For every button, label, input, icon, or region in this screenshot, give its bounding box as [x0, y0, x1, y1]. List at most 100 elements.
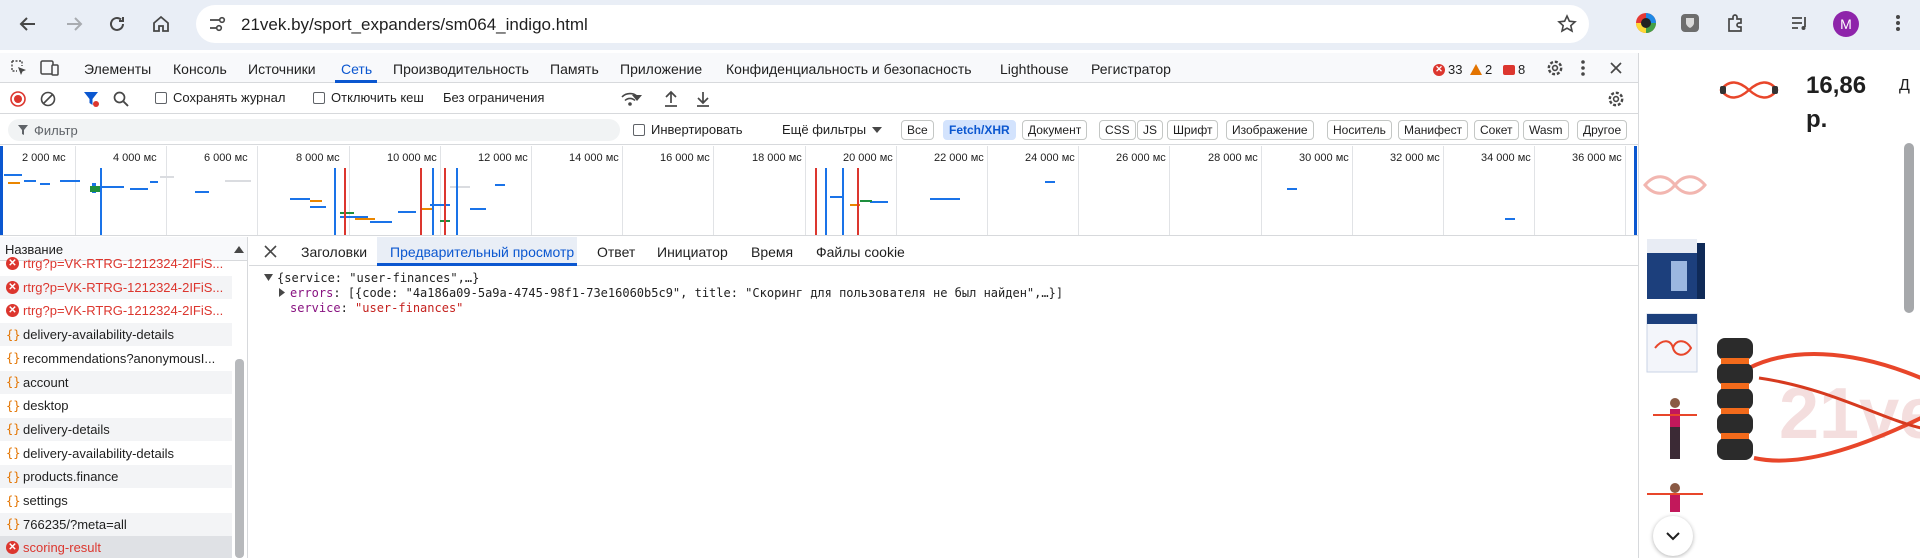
error-counter[interactable]: ✕ 33 — [1433, 62, 1462, 77]
reload-button[interactable] — [101, 8, 133, 40]
throttling-select[interactable]: Без ограничения — [443, 90, 643, 105]
request-row[interactable]: {} desktop — [0, 394, 232, 417]
thumbnail-expander-pink[interactable] — [1641, 165, 1709, 205]
tab-elements[interactable]: Элементы — [84, 61, 151, 77]
type-filter-css[interactable]: CSS — [1099, 120, 1136, 140]
forward-button[interactable] — [58, 8, 90, 40]
issues-counter[interactable]: 8 — [1503, 62, 1525, 77]
type-filter-wasm[interactable]: Wasm — [1523, 120, 1569, 140]
preserve-log-label: Сохранять журнал — [173, 90, 286, 105]
request-row[interactable]: {} products.finance — [0, 465, 232, 489]
tab-sources[interactable]: Источники — [248, 61, 316, 77]
type-filter-all[interactable]: Все — [901, 120, 934, 140]
fetch-xhr-icon: {} — [6, 446, 21, 461]
export-har-icon[interactable] — [695, 90, 711, 111]
address-bar[interactable]: 21vek.by/sport_expanders/sm064_indigo.ht… — [196, 5, 1589, 43]
request-row[interactable]: ✕ rtrg?p=VK-RTRG-1212324-2IFiS... — [0, 275, 232, 299]
request-row[interactable]: ✕ rtrg?p=VK-RTRG-1212324-2IFiS... — [0, 299, 232, 322]
invert-checkbox[interactable]: Инвертировать — [633, 122, 743, 137]
warning-counter[interactable]: 2 — [1470, 62, 1492, 77]
thumbnails-scroll-down-button[interactable] — [1653, 516, 1693, 556]
network-settings-gear-icon[interactable] — [1607, 90, 1625, 111]
detail-tab-headers[interactable]: Заголовки — [301, 244, 367, 260]
media-controls-icon[interactable] — [1788, 11, 1812, 35]
thumbnail-box-white[interactable] — [1641, 308, 1709, 378]
request-row[interactable]: {} recommendations?anonymousI... — [0, 347, 232, 370]
color-extension-icon[interactable] — [1634, 11, 1658, 35]
preview-root-object[interactable]: {service: "user-finances",…} — [277, 271, 479, 285]
request-row[interactable]: {} delivery-availability-details — [0, 442, 232, 465]
shield-extension-icon[interactable] — [1678, 11, 1702, 35]
type-filter-media[interactable]: Носитель — [1327, 120, 1392, 140]
type-filter-font[interactable]: Шрифт — [1167, 120, 1219, 140]
inspect-element-icon[interactable] — [10, 59, 28, 80]
filter-input[interactable]: Фильтр — [8, 119, 620, 141]
tab-console[interactable]: Консоль — [173, 61, 227, 77]
tab-lighthouse[interactable]: Lighthouse — [1000, 61, 1069, 77]
tab-recorder[interactable]: Регистратор — [1091, 61, 1171, 77]
tab-performance[interactable]: Производительность — [393, 61, 529, 77]
request-row[interactable]: {} settings — [0, 489, 232, 512]
record-stop-icon[interactable] — [10, 91, 26, 110]
puzzle-extensions-icon[interactable] — [1723, 11, 1747, 35]
thumbnail-woman-exercise-2[interactable] — [1641, 478, 1709, 518]
expanded-caret-icon[interactable] — [264, 274, 273, 281]
detail-tab-initiator[interactable]: Инициатор — [657, 244, 728, 260]
network-overview-timeline[interactable]: 2 000 мс 4 000 мс 6 000 мс 8 000 мс 10 000 м… — [0, 146, 1638, 236]
request-row[interactable]: ✕ rtrg?p=VK-RTRG-1212324-2IFiS... — [0, 252, 232, 275]
devtools-more-icon[interactable] — [1580, 59, 1586, 80]
clear-icon[interactable] — [40, 91, 56, 110]
type-filter-manifest[interactable]: Манифест — [1398, 120, 1469, 140]
preview-errors-row[interactable]: errors: [{code: "4a186a09-5a9a-4745-98f1… — [290, 286, 1063, 300]
request-row[interactable]: {} delivery-details — [0, 417, 232, 441]
detail-tab-cookies[interactable]: Файлы cookie — [816, 244, 905, 260]
disable-cache-checkbox[interactable]: Отключить кеш — [313, 90, 424, 105]
request-row[interactable]: {} 766235/?meta=all — [0, 512, 232, 536]
profile-avatar[interactable]: M — [1833, 11, 1859, 37]
more-filters-dropdown[interactable]: Ещё фильтры — [782, 122, 883, 137]
back-button[interactable] — [12, 8, 44, 40]
more-menu-icon[interactable] — [1886, 11, 1910, 35]
thumbnail-box-blue[interactable] — [1641, 233, 1709, 305]
type-filter-fetch-xhr[interactable]: Fetch/XHR — [943, 120, 1016, 140]
preserve-log-checkbox[interactable]: Сохранять журнал — [155, 90, 285, 105]
bookmark-star-icon[interactable] — [1557, 14, 1577, 37]
tab-privacy-security[interactable]: Конфиденциальность и безопасность — [726, 61, 972, 77]
tab-memory[interactable]: Память — [550, 61, 599, 77]
thumbnail-woman-exercise-1[interactable] — [1641, 393, 1709, 465]
tab-network[interactable]: Сеть — [341, 61, 372, 77]
site-settings-icon[interactable] — [208, 15, 226, 36]
type-filter-document[interactable]: Документ — [1022, 120, 1088, 140]
close-devtools-icon[interactable] — [1609, 61, 1623, 78]
type-filter-image[interactable]: Изображение — [1226, 120, 1314, 140]
expander-thumbnail-main[interactable] — [1719, 75, 1779, 105]
collapsed-caret-icon[interactable] — [279, 288, 285, 297]
settings-gear-icon[interactable] — [1546, 59, 1564, 80]
checkbox-box — [313, 91, 325, 104]
tab-application[interactable]: Приложение — [620, 61, 702, 77]
fetch-xhr-icon: {} — [6, 493, 21, 508]
request-row[interactable]: {} delivery-availability-details — [0, 323, 232, 347]
detail-tab-response[interactable]: Ответ — [597, 244, 635, 260]
request-list-scrollbar[interactable] — [235, 359, 244, 558]
type-filter-js[interactable]: JS — [1137, 120, 1164, 140]
close-detail-icon[interactable] — [264, 245, 277, 261]
request-row[interactable]: ✕ scoring-result — [0, 536, 232, 558]
detail-tab-preview[interactable]: Предварительный просмотр — [390, 244, 574, 260]
search-icon[interactable] — [113, 91, 129, 110]
request-row[interactable]: {} account — [0, 370, 232, 394]
page-scrollbar[interactable] — [1904, 143, 1914, 313]
product-main-image[interactable]: 21ve — [1709, 308, 1920, 518]
network-conditions-icon[interactable] — [620, 90, 640, 111]
error-icon: ✕ — [6, 280, 19, 294]
device-toolbar-icon[interactable] — [40, 59, 60, 80]
type-filter-other[interactable]: Другое — [1577, 120, 1628, 140]
home-button[interactable] — [145, 8, 177, 40]
detail-tab-timing[interactable]: Время — [751, 244, 793, 260]
import-har-icon[interactable] — [663, 90, 679, 111]
preview-service-row[interactable]: service: "user-finances" — [290, 301, 463, 315]
filter-funnel-icon[interactable] — [82, 90, 100, 111]
type-filter-socket[interactable]: Сокет — [1474, 120, 1519, 140]
error-icon: ✕ — [1433, 63, 1445, 76]
reload-icon — [110, 16, 124, 31]
